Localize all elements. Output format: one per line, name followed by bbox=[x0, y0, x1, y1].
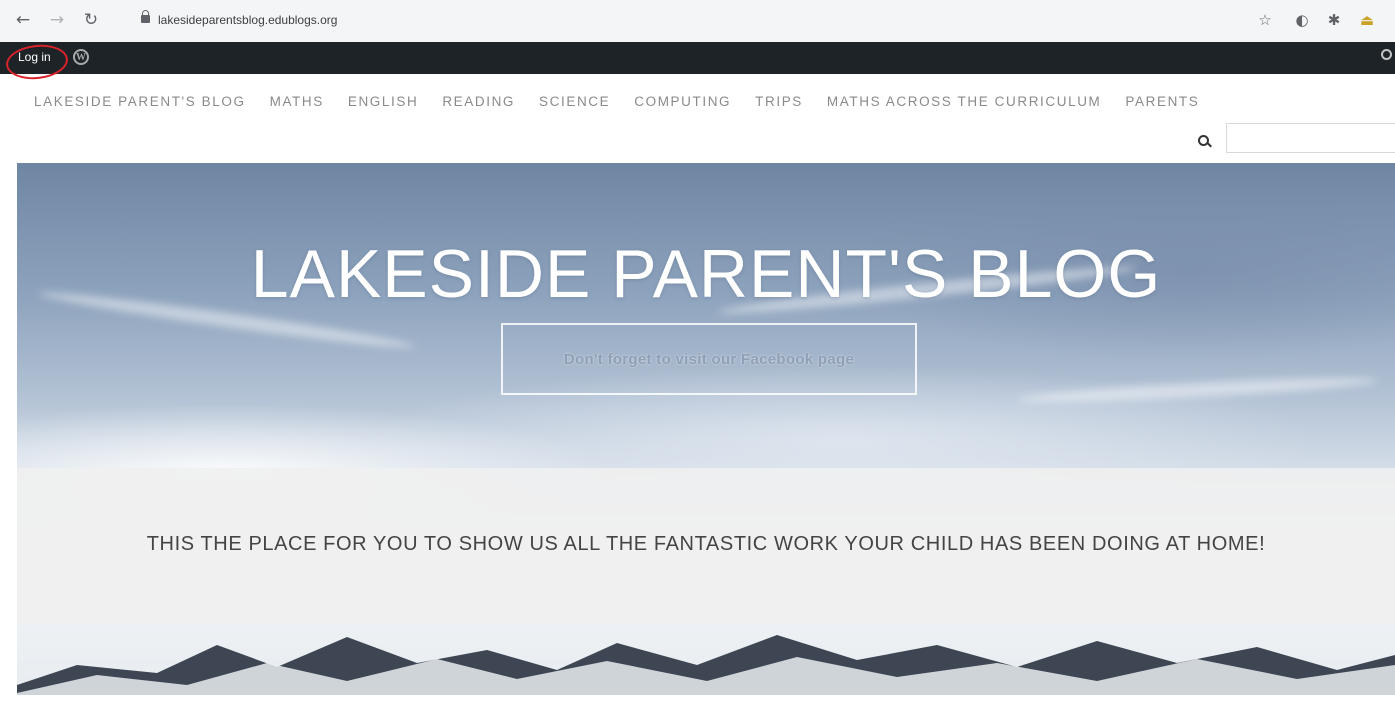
reload-icon[interactable]: ↻ bbox=[80, 9, 102, 31]
hero-title: LAKESIDE PARENT'S BLOG bbox=[250, 235, 1162, 312]
nav-item-maths[interactable]: MATHS bbox=[270, 94, 324, 109]
search-icon[interactable] bbox=[1196, 133, 1214, 151]
nav-item-home[interactable]: LAKESIDE PARENT'S BLOG bbox=[34, 94, 246, 109]
tagline-band: THIS THE PLACE FOR YOU TO SHOW US ALL TH… bbox=[17, 468, 1395, 624]
bookmark-star-icon[interactable]: ☆ bbox=[1255, 10, 1275, 30]
nav-item-parents[interactable]: PARENTS bbox=[1125, 94, 1199, 109]
tagline-text: THIS THE PLACE FOR YOU TO SHOW US ALL TH… bbox=[146, 533, 1266, 555]
admin-search-icon[interactable] bbox=[1381, 49, 1393, 61]
wordpress-logo-icon[interactable]: W bbox=[73, 49, 89, 65]
cloud-streak bbox=[1016, 373, 1378, 407]
hero-banner: LAKESIDE PARENT'S BLOG Don't forget to v… bbox=[17, 163, 1395, 695]
search-input[interactable] bbox=[1226, 123, 1395, 153]
admin-bar: Log in W bbox=[0, 41, 1395, 83]
url-text: lakesideparentsblog.edublogs.org bbox=[158, 13, 338, 27]
back-arrow-icon[interactable]: ← bbox=[12, 9, 34, 31]
highlight-circle bbox=[4, 41, 70, 83]
browser-toolbar: ← → ↻ lakesideparentsblog.edublogs.org ☆… bbox=[0, 0, 1395, 43]
download-icon[interactable]: ⏏ bbox=[1357, 10, 1377, 30]
lock-icon bbox=[141, 10, 150, 23]
address-bar[interactable]: lakesideparentsblog.edublogs.org bbox=[123, 7, 1243, 35]
nav-item-maths-across-curriculum[interactable]: MATHS ACROSS THE CURRICULUM bbox=[827, 94, 1101, 109]
nav-item-computing[interactable]: COMPUTING bbox=[634, 94, 731, 109]
nav-item-english[interactable]: ENGLISH bbox=[348, 94, 418, 109]
nav-item-science[interactable]: SCIENCE bbox=[539, 94, 610, 109]
forward-arrow-icon[interactable]: → bbox=[46, 9, 68, 31]
site-nav: LAKESIDE PARENT'S BLOG MATHS ENGLISH REA… bbox=[34, 94, 1223, 109]
puzzle-icon[interactable]: ✱ bbox=[1324, 10, 1344, 30]
mountain-range bbox=[17, 635, 1395, 695]
nav-item-trips[interactable]: TRIPS bbox=[755, 94, 803, 109]
extension-icon[interactable]: ◐ bbox=[1292, 10, 1312, 30]
nav-item-reading[interactable]: READING bbox=[442, 94, 515, 109]
facebook-button[interactable]: Don't forget to visit our Facebook page bbox=[501, 323, 917, 395]
